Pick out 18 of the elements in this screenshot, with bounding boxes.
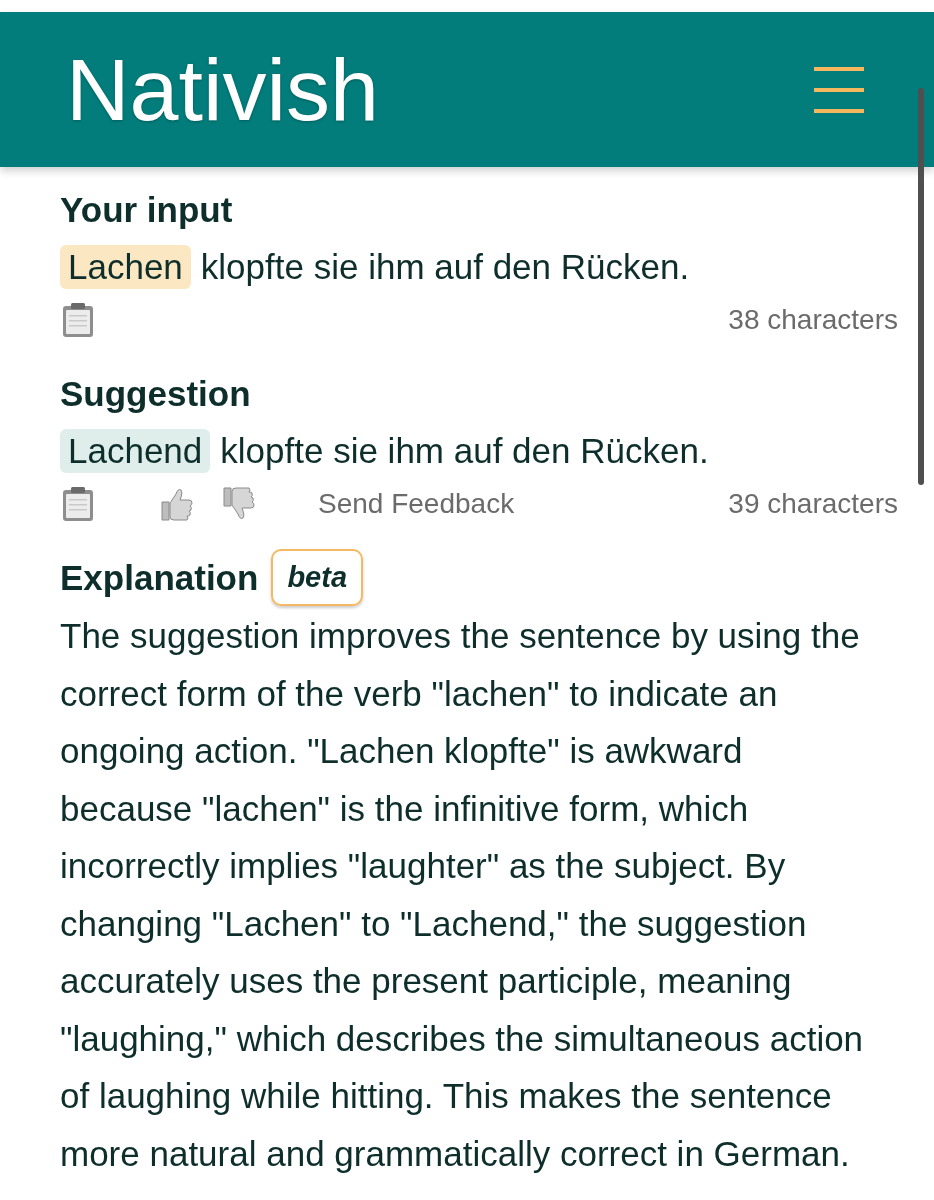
suggestion-heading: Suggestion — [60, 374, 251, 414]
character-count: 38 characters — [728, 304, 898, 336]
clipboard-icon[interactable] — [62, 303, 94, 337]
thumbs-up-icon[interactable] — [160, 487, 194, 521]
input-heading: Your input — [60, 190, 233, 230]
character-count: 39 characters — [728, 488, 898, 520]
menu-icon[interactable] — [814, 66, 864, 113]
sentence-text: klopfte sie ihm auf den Rücken. — [200, 246, 690, 288]
explanation-heading: Explanation — [60, 557, 259, 598]
highlighted-word: Lachen — [60, 245, 191, 289]
sentence-text: klopfte sie ihm auf den Rücken. — [220, 430, 709, 472]
clipboard-icon[interactable] — [62, 487, 94, 521]
send-feedback-link[interactable]: Send Feedback — [318, 488, 515, 520]
thumbs-down-icon[interactable] — [222, 487, 256, 521]
highlighted-word: Lachend — [60, 429, 211, 473]
beta-badge: beta — [271, 549, 363, 606]
explanation-text: The suggestion improves the sentence by using the correct form of the verb "lachen" to indicate an ongoing action. "Lachen klopfte" is awkward because "lachen" is the infinitive form, which incorrectly implies "laughter" as the subject. By changing "Lachen" to "Lachend," the suggestion accurately uses the present participle, meaning "laughing," which describes the simultaneous action of laughing while hitting. This makes the sentence more natural and grammatically correct in German. — [60, 615, 865, 1175]
logo-text[interactable]: Nativish — [66, 39, 379, 140]
